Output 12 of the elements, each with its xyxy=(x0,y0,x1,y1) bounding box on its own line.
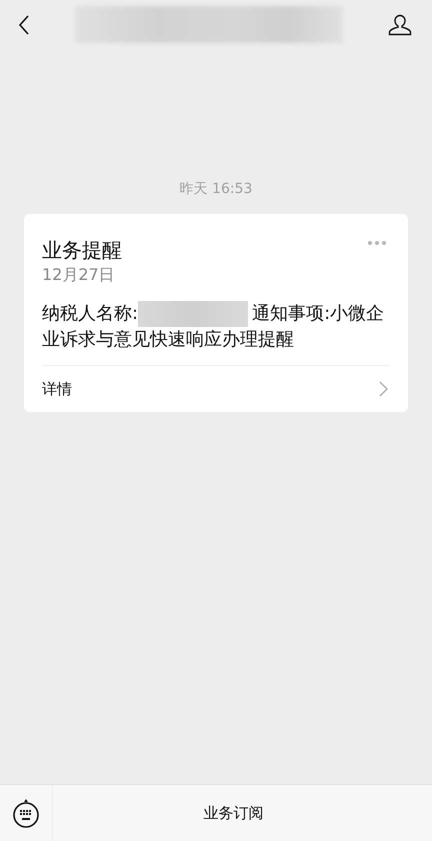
body-text: 业诉求与意见快速响应办理提醒 xyxy=(42,328,295,352)
body-text: 纳税人名称: xyxy=(42,302,138,326)
chevron-icon xyxy=(379,381,388,397)
body-text: 通知事项:小微企 xyxy=(252,302,384,326)
timestamp: 昨天 16:53 xyxy=(178,180,254,198)
card-title: 业务提醒 xyxy=(42,237,122,264)
profile-icon[interactable] xyxy=(388,14,412,36)
details-link[interactable]: 详情 xyxy=(42,380,72,398)
card-date: 12月27日 xyxy=(42,264,116,286)
keyboard-icon[interactable] xyxy=(12,798,40,828)
back-icon[interactable] xyxy=(18,15,30,35)
message-card[interactable]: 业务提醒 12月27日 纳税人名称: 通知事项:小微企 业诉求与意见快速响应办理提醒 详情 xyxy=(24,214,408,412)
